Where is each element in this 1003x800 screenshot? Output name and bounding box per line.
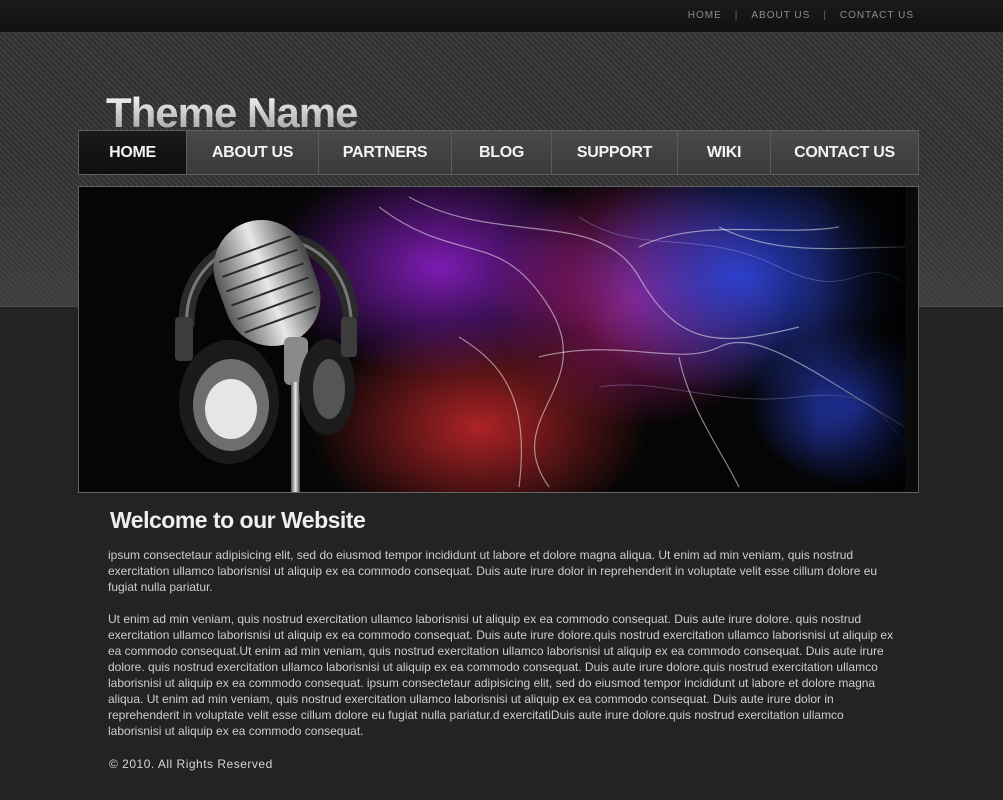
nav-item-home[interactable]: HOME	[79, 131, 187, 174]
microphone-headphones-icon	[79, 187, 918, 492]
welcome-paragraph-2: Ut enim ad min veniam, quis nostrud exer…	[108, 612, 894, 738]
top-link-separator: |	[734, 10, 739, 21]
top-link-contact-us[interactable]: CONTACT US	[840, 10, 914, 21]
welcome-heading: Welcome to our Website	[110, 507, 366, 533]
top-links: HOME | ABOUT US | CONTACT US	[688, 10, 914, 21]
footer-copyright: © 2010. All Rights Reserved	[109, 757, 273, 771]
hero-banner	[78, 186, 919, 493]
nav-item-about-us[interactable]: ABOUT US	[187, 131, 319, 174]
nav-item-partners[interactable]: PARTNERS	[319, 131, 452, 174]
top-link-about-us[interactable]: ABOUT US	[751, 10, 810, 21]
top-link-home[interactable]: HOME	[688, 10, 722, 21]
top-bar: HOME | ABOUT US | CONTACT US	[0, 0, 1003, 33]
nav-item-wiki[interactable]: WIKI	[678, 131, 771, 174]
welcome-paragraph-1: ipsum consectetaur adipisicing elit, sed…	[108, 548, 878, 594]
nav-item-support[interactable]: SUPPORT	[552, 131, 678, 174]
nav-item-contact-us[interactable]: CONTACT US	[771, 131, 918, 174]
top-link-separator: |	[823, 10, 827, 21]
main-nav: HOME ABOUT US PARTNERS BLOG SUPPORT WIKI…	[78, 130, 919, 175]
nav-item-blog[interactable]: BLOG	[452, 131, 552, 174]
